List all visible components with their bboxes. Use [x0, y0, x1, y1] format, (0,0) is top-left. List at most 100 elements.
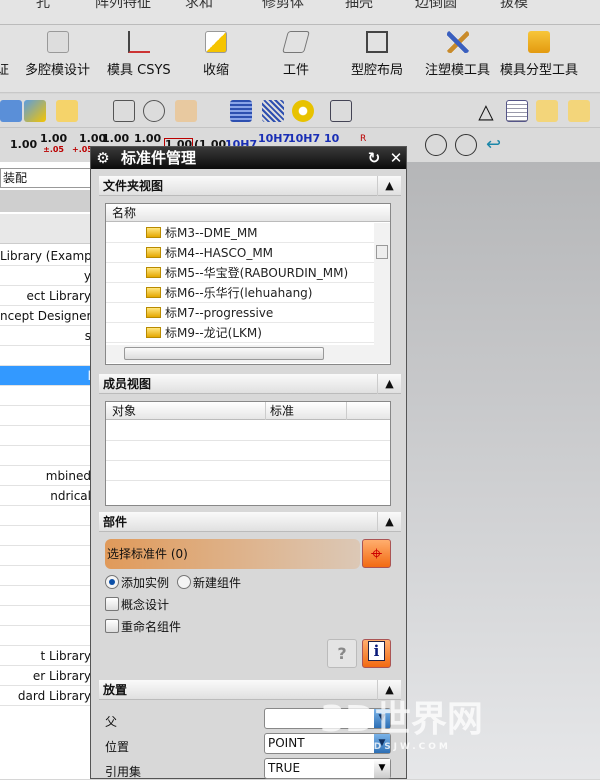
- column-object[interactable]: 对象: [112, 402, 136, 420]
- graphics-window[interactable]: [406, 162, 600, 779]
- folder-item[interactable]: 标M4--HASCO_MM: [106, 243, 374, 263]
- extension-spring-icon[interactable]: [262, 100, 284, 122]
- collapse-icon[interactable]: ▲: [377, 176, 401, 196]
- ribbon-button-workpiece[interactable]: 工件: [282, 31, 310, 78]
- navigator-row[interactable]: dard Library: [0, 686, 90, 706]
- vertical-scrollbar[interactable]: [374, 223, 390, 345]
- remove-spring-icon[interactable]: [330, 100, 352, 122]
- navigator-row[interactable]: s: [0, 326, 90, 346]
- navigator-row[interactable]: [0, 626, 90, 646]
- horizontal-scrollbar[interactable]: [106, 345, 390, 363]
- diameter-2-icon[interactable]: [455, 134, 477, 156]
- dim-fit-3[interactable]: 10H7: [288, 133, 320, 144]
- navigator-row[interactable]: mbined: [0, 466, 90, 486]
- folder-item[interactable]: 标M3--DME_MM: [106, 223, 374, 243]
- tab-hole[interactable]: 孔: [36, 0, 50, 12]
- check-component-icon[interactable]: [24, 100, 46, 122]
- pointer-icon[interactable]: [175, 100, 197, 122]
- folder-item[interactable]: 标M7--progressive: [106, 303, 374, 323]
- dim-basic[interactable]: 1.00: [10, 139, 37, 150]
- reference-set-dropdown[interactable]: TRUE ▼: [264, 758, 391, 779]
- navigator-row[interactable]: y: [0, 266, 90, 286]
- tab-edge-blend[interactable]: 边倒圆: [415, 0, 457, 12]
- dim-limit-2[interactable]: 1.00: [134, 133, 161, 144]
- navigator-row[interactable]: [0, 406, 90, 426]
- help-icon[interactable]: ?: [327, 639, 357, 668]
- washer-icon[interactable]: [292, 100, 314, 122]
- dim-fit-2[interactable]: 10H7: [258, 133, 290, 144]
- navigator-row[interactable]: l: [0, 366, 90, 386]
- navigator-row[interactable]: ncept Designer: [0, 306, 90, 326]
- navigator-row[interactable]: [0, 506, 90, 526]
- diameter-icon[interactable]: [425, 134, 447, 156]
- crosshair-select-icon[interactable]: ⌖: [362, 539, 391, 568]
- checkbox-rename-component[interactable]: 重命名组件: [105, 618, 181, 635]
- undo-arrow-icon[interactable]: ↩: [486, 134, 508, 156]
- navigator-row[interactable]: [0, 606, 90, 626]
- scroll-thumb[interactable]: [124, 347, 324, 360]
- annotation-icon[interactable]: [56, 100, 78, 122]
- navigator-row[interactable]: [0, 386, 90, 406]
- navigator-row[interactable]: [0, 426, 90, 446]
- tab-unite[interactable]: 求和: [185, 0, 213, 12]
- navigator-row[interactable]: [0, 346, 90, 366]
- revolve-icon[interactable]: [143, 100, 165, 122]
- close-icon[interactable]: ✕: [386, 147, 406, 169]
- navigator-row[interactable]: [0, 446, 90, 466]
- folder-item[interactable]: 标M5--华宝登(RABOURDIN_MM): [106, 263, 374, 283]
- ribbon-button-verify[interactable]: 证: [0, 59, 9, 78]
- tab-draft[interactable]: 拔模: [500, 0, 528, 12]
- table-icon[interactable]: [506, 100, 528, 122]
- radio-new-component[interactable]: 新建组件: [177, 574, 241, 591]
- navigator-row[interactable]: Library (Example: [0, 246, 90, 266]
- folder-view-header[interactable]: 文件夹视图 ▲: [99, 176, 401, 196]
- navigator-row[interactable]: ndrical: [0, 486, 90, 506]
- column-name[interactable]: 名称: [106, 204, 390, 222]
- gear-icon[interactable]: ⚙: [94, 147, 112, 169]
- navigator-row[interactable]: [0, 566, 90, 586]
- folder-item[interactable]: 标M9--龙记(LKM): [106, 323, 374, 343]
- checkbox-concept-design[interactable]: 概念设计: [105, 596, 169, 613]
- ribbon-button-shrinkage[interactable]: 收缩: [203, 31, 229, 78]
- collapse-icon[interactable]: ▲: [377, 512, 401, 532]
- coil-spring-icon[interactable]: [230, 100, 252, 122]
- extrude-icon[interactable]: [113, 100, 135, 122]
- collapse-icon[interactable]: ▲: [377, 374, 401, 394]
- ribbon-button-parting-tools[interactable]: 模具分型工具: [500, 31, 578, 78]
- dim-fit-4[interactable]: 10: [324, 133, 339, 144]
- reset-icon[interactable]: ↻: [364, 147, 384, 169]
- tab-pattern[interactable]: 阵列特征: [95, 0, 151, 12]
- navigator-row[interactable]: ect Library: [0, 286, 90, 306]
- row-divider: [106, 460, 390, 461]
- ribbon-button-mold-csys[interactable]: 模具 CSYS: [107, 31, 171, 78]
- shrink-icon: [205, 31, 227, 53]
- label: 10H7: [258, 132, 291, 145]
- scroll-thumb[interactable]: [376, 245, 388, 259]
- triangle-icon[interactable]: △: [475, 100, 497, 122]
- ribbon-button-multicavity[interactable]: 多腔模设计: [25, 31, 90, 78]
- ribbon-button-mold-tools[interactable]: 注塑模工具: [425, 31, 490, 78]
- dim-limit[interactable]: 1.00: [102, 133, 129, 144]
- column-standard[interactable]: 标准: [265, 402, 347, 420]
- dim-tolerance-symmetric[interactable]: 1.00 ±.05: [40, 133, 67, 155]
- info-icon[interactable]: i: [362, 639, 391, 668]
- ribbon-button-cavity-layout[interactable]: 型腔布局: [351, 31, 403, 78]
- part-header[interactable]: 部件 ▲: [99, 512, 401, 532]
- folder-points-icon[interactable]: [536, 100, 558, 122]
- folder-circles-icon[interactable]: [568, 100, 590, 122]
- navigator-row[interactable]: t Library: [0, 646, 90, 666]
- navigator-row[interactable]: [0, 526, 90, 546]
- navigator-row[interactable]: [0, 586, 90, 606]
- assembly-icon[interactable]: [0, 100, 22, 122]
- select-standard-part[interactable]: 选择标准件 (0): [105, 539, 360, 569]
- navigator-row[interactable]: er Library: [0, 666, 90, 686]
- tab-shell[interactable]: 抽壳: [345, 0, 373, 12]
- navigator-row[interactable]: [0, 546, 90, 566]
- tab-trim-body[interactable]: 修剪体: [262, 0, 304, 12]
- folder-item[interactable]: 标M6--乐华行(lehuahang): [106, 283, 374, 303]
- radio-add-instance[interactable]: 添加实例: [105, 574, 169, 591]
- assembly-field[interactable]: 装配: [0, 168, 90, 188]
- member-view-header[interactable]: 成员视图 ▲: [99, 374, 401, 394]
- hammer-wrench-icon: [446, 31, 469, 53]
- position-label: 位置: [105, 740, 130, 754]
